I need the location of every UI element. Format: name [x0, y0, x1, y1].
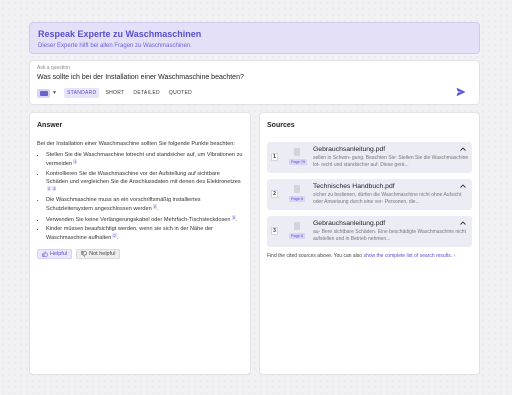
- source-item[interactable]: 2 Page 6 Technisches Handbuch.pdf sicher…: [267, 179, 472, 210]
- page-badge: Page 6: [289, 233, 306, 239]
- answer-list: Stellen Sie die Waschmaschine lotrecht u…: [37, 151, 243, 242]
- sources-panel: Sources 1 Page 79 Gebrauchsanleitung.pdf…: [259, 112, 480, 375]
- answer-intro: Bei der Installation einer Waschmaschine…: [37, 141, 235, 147]
- footnote-mark: ‹: [453, 253, 456, 259]
- mode-standard[interactable]: STANDARD: [63, 88, 100, 98]
- answer-item: Kontrollieren Sie die Waschmaschine vor …: [46, 170, 243, 195]
- answer-item: Stellen Sie die Waschmaschine lotrecht u…: [46, 151, 243, 168]
- thumbs-up-icon: [42, 251, 48, 257]
- chevron-up-icon[interactable]: [460, 184, 466, 188]
- keyboard-icon: [39, 90, 48, 96]
- sources-footnote: Find the cited sources above. You can al…: [267, 253, 456, 259]
- source-number: 1: [271, 153, 278, 161]
- mode-short[interactable]: SHORT: [102, 88, 127, 98]
- source-snippet: au- Bere sichtbare Schäden. Eine beschäd…: [313, 229, 466, 242]
- all-results-link[interactable]: show the complete list of search results…: [363, 253, 452, 259]
- document-icon: [294, 148, 300, 156]
- question-box: Ask a question Was sollte ich bei der In…: [29, 60, 480, 105]
- source-number: 3: [271, 227, 278, 235]
- chevron-down-icon[interactable]: ▼: [52, 90, 57, 96]
- source-filename: Gebrauchsanleitung.pdf: [313, 220, 386, 227]
- source-snippet: sicher zu bedienen, dürfen die Waschmasc…: [313, 192, 462, 205]
- citation-badge[interactable]: 3: [52, 185, 57, 191]
- chevron-up-icon[interactable]: [460, 221, 466, 225]
- page-title: Respeak Experte zu Waschmaschinen: [38, 29, 202, 39]
- feedback-row: Helpful Not helpful: [37, 249, 243, 259]
- source-item[interactable]: 3 Page 6 Gebrauchsanleitung.pdf au- Bere…: [267, 216, 472, 247]
- helpful-label: Helpful: [50, 251, 68, 257]
- sources-heading: Sources: [267, 122, 295, 129]
- answer-panel: Answer Bei der Installation einer Waschm…: [29, 112, 251, 375]
- not-helpful-button[interactable]: Not helpful: [76, 249, 121, 259]
- question-label: Ask a question: [37, 65, 70, 71]
- not-helpful-label: Not helpful: [89, 251, 116, 257]
- answer-item: Kinder müssen beaufsichtigt werden, wenn…: [46, 225, 243, 242]
- document-icon: [294, 222, 300, 230]
- question-input[interactable]: Was sollte ich bei der Installation eine…: [37, 73, 472, 82]
- expert-header: Respeak Experte zu Waschmaschinen Dieser…: [29, 22, 480, 54]
- source-number: 2: [271, 190, 278, 198]
- mode-detailed[interactable]: DETAILED: [130, 88, 162, 98]
- citation-badge[interactable]: 2: [47, 185, 52, 191]
- page-subtitle: Dieser Experte hilft bei allen Fragen zu…: [38, 43, 192, 49]
- helpful-button[interactable]: Helpful: [37, 249, 73, 259]
- mode-quoted[interactable]: QUOTED: [166, 88, 195, 98]
- mode-controls: ▼ STANDARD SHORT DETAILED QUOTED: [37, 88, 198, 98]
- page-badge: Page 79: [289, 159, 308, 165]
- answer-item: Die Waschmaschine muss an ein vorschrift…: [46, 196, 243, 213]
- source-snippet: sellen in Schwin- gung. Beachten Sie: St…: [313, 155, 469, 168]
- input-type-button[interactable]: [37, 88, 50, 98]
- page-badge: Page 6: [289, 196, 306, 202]
- answer-heading: Answer: [37, 122, 63, 129]
- source-filename: Gebrauchsanleitung.pdf: [313, 146, 386, 153]
- document-icon: [294, 185, 300, 193]
- send-icon[interactable]: [456, 87, 466, 97]
- answer-item: Verwenden Sie keine Verlängerungskabel o…: [46, 214, 243, 224]
- source-filename: Technisches Handbuch.pdf: [313, 183, 395, 190]
- source-list: 1 Page 79 Gebrauchsanleitung.pdf sellen …: [267, 142, 472, 247]
- citation-badge[interactable]: 1: [73, 159, 78, 164]
- source-item[interactable]: 1 Page 79 Gebrauchsanleitung.pdf sellen …: [267, 142, 472, 173]
- chevron-up-icon[interactable]: [460, 147, 466, 151]
- thumbs-down-icon: [81, 251, 87, 257]
